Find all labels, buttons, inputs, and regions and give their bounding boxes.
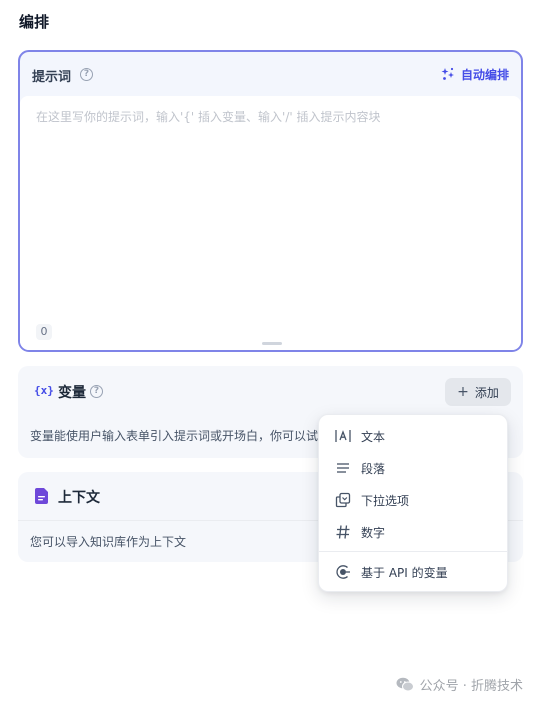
sparkle-icon bbox=[441, 67, 454, 80]
watermark: 公众号 · 折腾技术 bbox=[396, 675, 523, 694]
menu-item-select[interactable]: 下拉选项 bbox=[323, 485, 505, 515]
menu-item-api-variable[interactable]: 基于 API 的变量 bbox=[323, 557, 505, 587]
variable-icon: {x} bbox=[34, 384, 54, 397]
auto-orchestrate-button[interactable]: 自动编排 bbox=[441, 63, 509, 85]
watermark-text: 公众号 · 折腾技术 bbox=[419, 679, 523, 694]
menu-item-label: 下拉选项 bbox=[361, 493, 410, 508]
document-icon bbox=[35, 488, 48, 504]
menu-item-label: 基于 API 的变量 bbox=[361, 565, 448, 580]
section-title: 编排 bbox=[19, 13, 50, 31]
char-count: 0 bbox=[36, 324, 52, 340]
auto-orchestrate-label: 自动编排 bbox=[460, 67, 509, 82]
menu-item-number[interactable]: 数字 bbox=[323, 517, 505, 547]
paragraph-icon bbox=[337, 463, 349, 473]
variables-description: 变量能使用户输入表单引入提示词或开场白，你可以试 bbox=[30, 429, 319, 443]
add-variable-button[interactable]: + 添加 bbox=[445, 378, 511, 406]
resize-handle[interactable] bbox=[262, 342, 282, 345]
help-icon[interactable]: ? bbox=[80, 68, 93, 81]
prompt-title: 提示词 bbox=[32, 70, 72, 85]
menu-item-label: 文本 bbox=[361, 429, 386, 444]
prompt-editor: 提示词 ? 自动编排 0 bbox=[18, 50, 523, 352]
add-label: 添加 bbox=[474, 385, 499, 400]
prompt-header: 提示词 ? 自动编排 bbox=[20, 52, 521, 96]
wechat-icon bbox=[396, 677, 414, 692]
number-icon bbox=[336, 525, 350, 539]
prompt-input[interactable] bbox=[20, 96, 521, 350]
menu-divider bbox=[319, 551, 507, 552]
context-description: 您可以导入知识库作为上下文 bbox=[30, 535, 187, 549]
add-variable-menu: 文本 段落 下拉选项 数字 基于 API 的变量 bbox=[318, 414, 508, 592]
orchestration-page: 编排 提示词 ? 自动编排 0 {x} 变量 ? + 添加 bbox=[0, 0, 541, 706]
menu-item-text[interactable]: 文本 bbox=[323, 421, 505, 451]
select-icon bbox=[335, 492, 351, 508]
plus-icon: + bbox=[457, 384, 469, 400]
api-icon bbox=[336, 565, 350, 579]
context-title: 上下文 bbox=[58, 490, 100, 506]
menu-item-label: 段落 bbox=[361, 461, 386, 476]
menu-item-paragraph[interactable]: 段落 bbox=[323, 453, 505, 483]
variables-title: 变量 bbox=[58, 385, 86, 401]
text-icon bbox=[335, 430, 351, 442]
menu-item-label: 数字 bbox=[361, 525, 386, 540]
help-icon[interactable]: ? bbox=[90, 385, 103, 398]
